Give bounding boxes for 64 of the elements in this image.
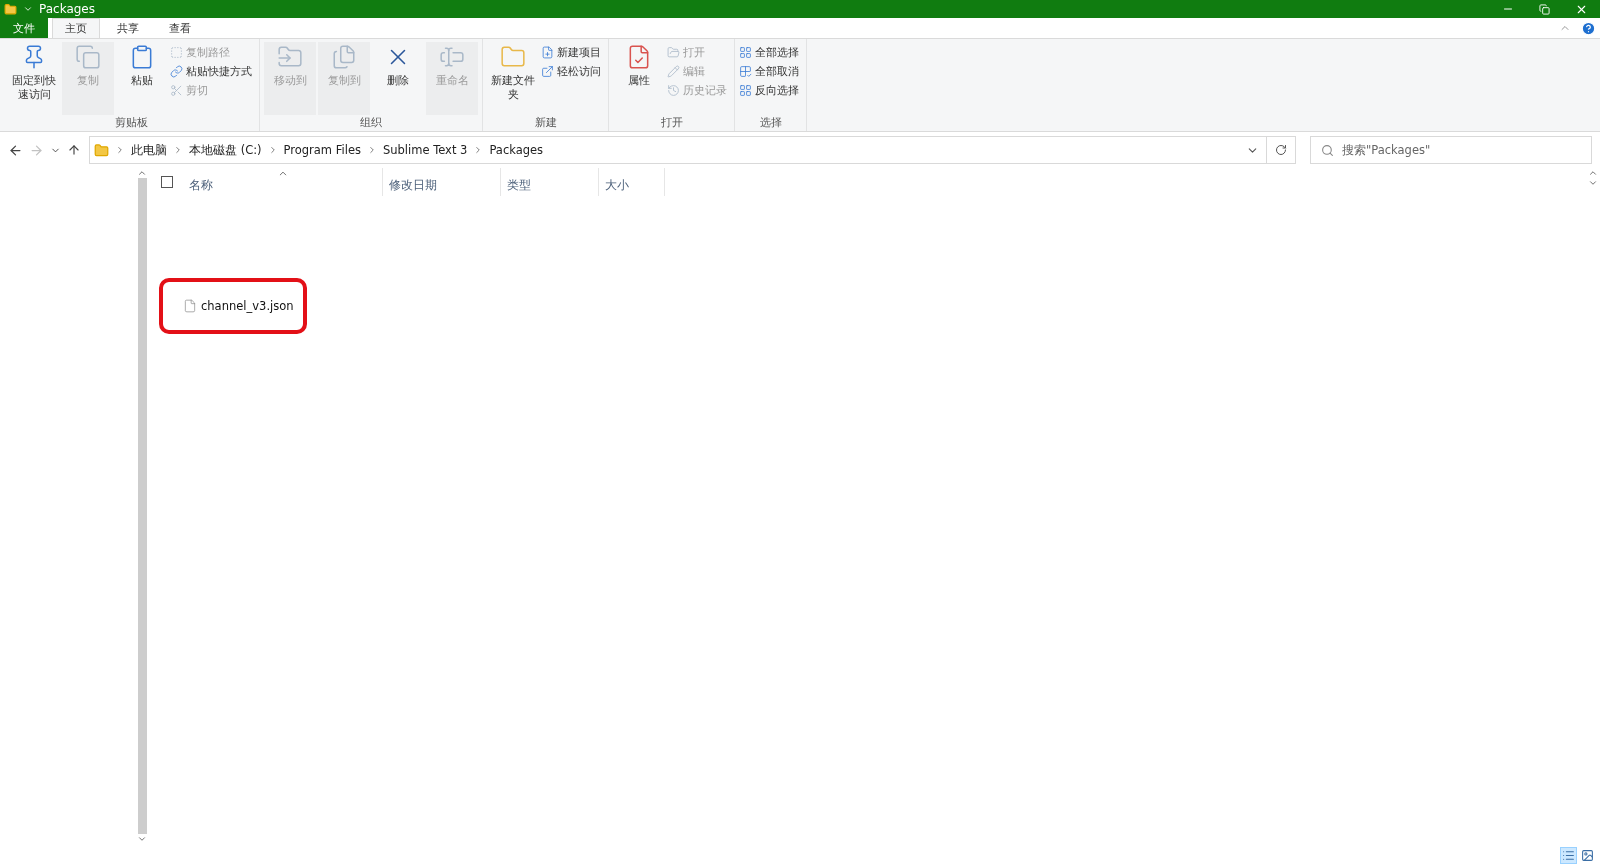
- ribbon-tab[interactable]: 主页: [52, 18, 100, 38]
- group-label: 组织: [359, 115, 383, 131]
- ribbon-icon: [667, 84, 680, 97]
- ribbon-button[interactable]: 属性: [613, 42, 665, 115]
- ribbon-icon: [75, 44, 101, 70]
- forward-icon[interactable]: [29, 142, 44, 158]
- column-header[interactable]: 名称: [183, 168, 383, 196]
- ribbon-icon: [170, 46, 183, 59]
- quick-access-icon[interactable]: [23, 4, 33, 14]
- ribbon-button[interactable]: 新建文件夹: [487, 42, 539, 115]
- scroll-up-icon[interactable]: [1588, 168, 1598, 178]
- chevron-icon[interactable]: [173, 145, 183, 155]
- address-bar[interactable]: 此电脑 本地磁盘 (C:) Program Files Sublime Text 3 Packages: [89, 136, 1296, 164]
- file-icon: [183, 299, 197, 313]
- folder-icon: [94, 142, 109, 158]
- ribbon-icon: [170, 65, 183, 78]
- search-field[interactable]: 搜索"Packages": [1310, 136, 1592, 164]
- column-header[interactable]: 类型: [501, 168, 599, 196]
- group-label: 剪贴板: [114, 115, 149, 131]
- breadcrumb[interactable]: Packages: [489, 143, 544, 157]
- ribbon-icon: [541, 65, 554, 78]
- column-header[interactable]: 大小: [599, 168, 665, 196]
- ribbon-icon: [667, 65, 680, 78]
- breadcrumb[interactable]: Sublime Text 3: [382, 143, 468, 157]
- window-title: Packages: [39, 2, 95, 16]
- ribbon-button[interactable]: 全部选择: [739, 44, 802, 61]
- list-icon: [1562, 848, 1575, 862]
- up-icon[interactable]: [67, 143, 81, 157]
- group-label: 新建: [533, 115, 558, 131]
- ribbon-button[interactable]: 固定到快速访问: [8, 42, 60, 115]
- ribbon-button[interactable]: 粘贴: [116, 42, 168, 115]
- file-item[interactable]: channel_v3.json: [183, 299, 294, 313]
- scroll-down-icon[interactable]: [1588, 178, 1598, 188]
- restore-icon[interactable]: [1539, 3, 1550, 15]
- select-all-checkbox[interactable]: [161, 176, 173, 188]
- details-view-button[interactable]: [1560, 846, 1577, 864]
- ribbon-button[interactable]: 轻松访问: [541, 63, 604, 80]
- image-icon: [1581, 848, 1594, 862]
- ribbon-button[interactable]: 新建项目: [541, 44, 604, 61]
- group-label: 选择: [758, 115, 783, 131]
- ribbon-tab[interactable]: 文件: [0, 18, 48, 38]
- breadcrumb[interactable]: 本地磁盘 (C:): [189, 142, 262, 158]
- back-icon[interactable]: [8, 142, 23, 158]
- ribbon-icon: [170, 84, 183, 97]
- ribbon-icon: [541, 46, 554, 59]
- scroll-up-icon[interactable]: [137, 168, 147, 178]
- ribbon-icon: [331, 44, 357, 70]
- help-icon[interactable]: [1581, 20, 1596, 36]
- folder-icon: [4, 2, 17, 16]
- ribbon-icon: [739, 84, 752, 97]
- ribbon-button[interactable]: 反向选择: [739, 82, 802, 99]
- ribbon-icon: [739, 46, 752, 59]
- ribbon-button[interactable]: 全部取消: [739, 63, 802, 80]
- breadcrumb[interactable]: 此电脑: [131, 142, 167, 158]
- ribbon-icon: [739, 65, 752, 78]
- column-header[interactable]: 修改日期: [383, 168, 501, 196]
- chevron-icon[interactable]: [115, 145, 125, 155]
- search-icon: [1321, 143, 1334, 157]
- ribbon-icon: [667, 46, 680, 59]
- ribbon-button[interactable]: 删除: [372, 42, 424, 115]
- group-label: 打开: [659, 115, 684, 131]
- scroll-down-icon[interactable]: [137, 834, 147, 844]
- breadcrumb[interactable]: Program Files: [283, 143, 361, 157]
- ribbon-button[interactable]: 粘贴快捷方式: [170, 63, 255, 80]
